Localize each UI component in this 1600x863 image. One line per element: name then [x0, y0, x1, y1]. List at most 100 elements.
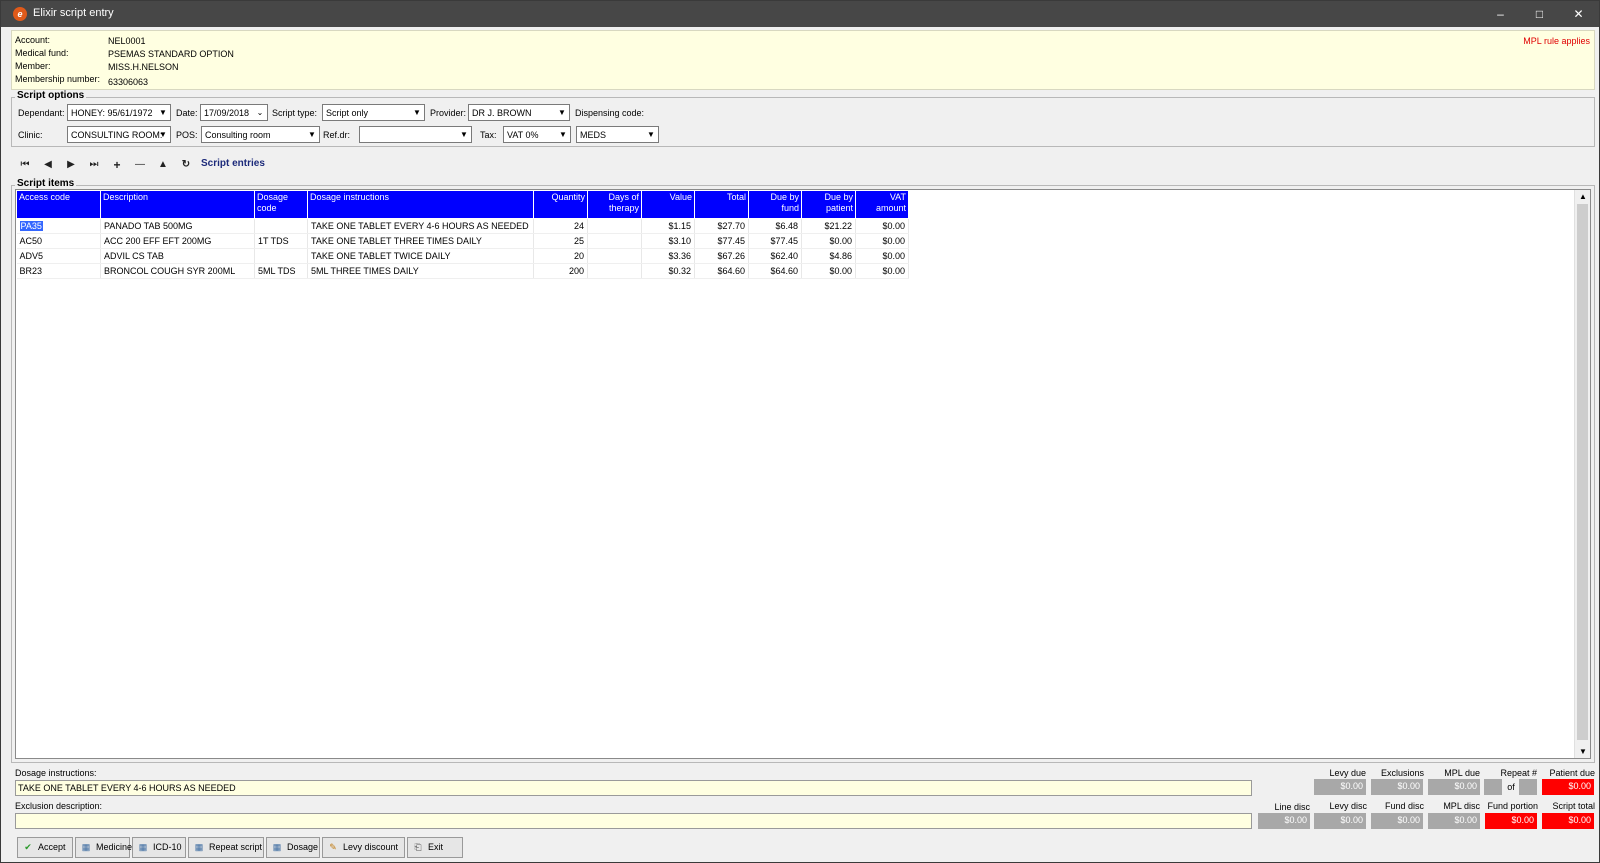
table-cell[interactable]: 24: [533, 218, 588, 234]
table-cell[interactable]: $27.70: [694, 218, 749, 234]
selected-cell-text: PA35: [19, 221, 43, 231]
script-items-grid[interactable]: Access code Description Dosage code Dosa…: [15, 189, 1591, 759]
title-bar[interactable]: e Elixir script entry – □ ✕: [1, 1, 1599, 27]
column-header[interactable]: Description: [100, 190, 255, 219]
pos-select[interactable]: Consulting room ▼: [201, 126, 320, 143]
column-header[interactable]: Access code: [16, 190, 101, 219]
table-cell[interactable]: 5ML THREE TIMES DAILY: [307, 263, 534, 279]
icd10-button[interactable]: ▦ ICD-10: [132, 837, 186, 858]
refresh-icon[interactable]: ↻: [176, 157, 196, 173]
table-cell[interactable]: $4.86: [801, 248, 856, 264]
insert-record-icon[interactable]: +: [107, 157, 127, 173]
table-cell[interactable]: $67.26: [694, 248, 749, 264]
table-cell[interactable]: $3.36: [641, 248, 695, 264]
table-cell[interactable]: $0.00: [855, 263, 909, 279]
table-cell[interactable]: PA35: [16, 218, 101, 234]
table-cell[interactable]: BR23: [16, 263, 101, 279]
medicine-button[interactable]: ▦ Medicine: [75, 837, 132, 858]
table-cell[interactable]: $21.22: [801, 218, 856, 234]
repeat-script-button[interactable]: ▦ Repeat script: [188, 837, 264, 858]
table-cell[interactable]: $77.45: [748, 233, 802, 249]
repeat-total-field[interactable]: [1519, 779, 1537, 795]
last-record-icon[interactable]: ⏭: [84, 157, 104, 173]
line-disc-label: Line disc: [1274, 802, 1310, 812]
table-cell[interactable]: $0.00: [801, 233, 856, 249]
minimize-button[interactable]: –: [1481, 1, 1520, 27]
column-header[interactable]: Days of therapy: [587, 190, 642, 219]
prior-record-icon[interactable]: ◀: [38, 157, 58, 173]
dosage-instructions-field[interactable]: TAKE ONE TABLET EVERY 4-6 HOURS AS NEEDE…: [15, 780, 1252, 796]
accept-button[interactable]: ✔ Accept: [17, 837, 73, 858]
table-cell[interactable]: TAKE ONE TABLET EVERY 4-6 HOURS AS NEEDE…: [307, 218, 534, 234]
table-cell[interactable]: 5ML TDS: [254, 263, 308, 279]
clinic-select[interactable]: CONSULTING ROOM: ▼: [67, 126, 171, 143]
table-cell[interactable]: [587, 248, 642, 264]
table-cell[interactable]: $64.60: [694, 263, 749, 279]
table-cell[interactable]: $0.00: [801, 263, 856, 279]
provider-select[interactable]: DR J. BROWN ▼: [468, 104, 570, 121]
table-cell[interactable]: $0.32: [641, 263, 695, 279]
table-cell[interactable]: $6.48: [748, 218, 802, 234]
table-cell[interactable]: ADV5: [16, 248, 101, 264]
table-cell[interactable]: ADVIL CS TAB: [100, 248, 255, 264]
refdr-select[interactable]: ▼: [359, 126, 472, 143]
scroll-down-icon[interactable]: ▼: [1575, 747, 1591, 756]
column-header[interactable]: Total: [694, 190, 749, 219]
table-cell[interactable]: $0.00: [855, 233, 909, 249]
table-cell[interactable]: [254, 248, 308, 264]
table-cell[interactable]: $64.60: [748, 263, 802, 279]
exit-button[interactable]: ⎗ Exit: [407, 837, 463, 858]
table-row[interactable]: BR23 BRONCOL COUGH SYR 200ML 5ML TDS 5ML TH…: [16, 263, 909, 279]
edit-record-icon[interactable]: ▲: [153, 157, 173, 173]
table-row[interactable]: PA35 PANADO TAB 500MG TAKE ONE TABLET EVER…: [16, 218, 909, 234]
table-cell[interactable]: TAKE ONE TABLET TWICE DAILY: [307, 248, 534, 264]
column-header[interactable]: Due by patient: [801, 190, 856, 219]
scrollbar-thumb[interactable]: [1577, 204, 1588, 740]
exclusion-description-field[interactable]: [15, 813, 1252, 829]
table-cell[interactable]: [587, 233, 642, 249]
close-button[interactable]: ✕: [1559, 1, 1598, 27]
dosage-button[interactable]: ▦ Dosage: [266, 837, 320, 858]
table-row[interactable]: AC50 ACC 200 EFF EFT 200MG 1T TDS TAKE ONE …: [16, 233, 909, 249]
table-cell[interactable]: $77.45: [694, 233, 749, 249]
clinic-label: Clinic:: [18, 130, 43, 140]
column-header[interactable]: Dosage code: [254, 190, 308, 219]
levy-discount-button[interactable]: ✎ Levy discount: [322, 837, 405, 858]
table-cell[interactable]: 1T TDS: [254, 233, 308, 249]
vertical-scrollbar[interactable]: ▲ ▼: [1574, 190, 1590, 758]
script-type-select[interactable]: Script only ▼: [322, 104, 425, 121]
column-header[interactable]: Quantity: [533, 190, 588, 219]
table-cell[interactable]: [254, 218, 308, 234]
exit-label: Exit: [428, 842, 444, 852]
first-record-icon[interactable]: ⏮: [15, 157, 35, 173]
dependant-select[interactable]: HONEY: 95/61/1972 ▼: [67, 104, 171, 121]
table-cell[interactable]: BRONCOL COUGH SYR 200ML: [100, 263, 255, 279]
dispensing-code-select[interactable]: MEDS ▼: [576, 126, 659, 143]
table-cell[interactable]: AC50: [16, 233, 101, 249]
table-cell[interactable]: 200: [533, 263, 588, 279]
delete-record-icon[interactable]: —: [130, 157, 150, 173]
date-picker[interactable]: 17/09/2018 ⌄: [200, 104, 268, 121]
column-header[interactable]: Dosage instructions: [307, 190, 534, 219]
table-cell[interactable]: $0.00: [855, 218, 909, 234]
table-cell[interactable]: $0.00: [855, 248, 909, 264]
table-cell[interactable]: 20: [533, 248, 588, 264]
maximize-button[interactable]: □: [1520, 1, 1559, 27]
table-cell[interactable]: 25: [533, 233, 588, 249]
table-cell[interactable]: [587, 218, 642, 234]
table-cell[interactable]: $3.10: [641, 233, 695, 249]
scroll-up-icon[interactable]: ▲: [1575, 192, 1591, 201]
column-header[interactable]: VAT amount: [855, 190, 909, 219]
table-cell[interactable]: ACC 200 EFF EFT 200MG: [100, 233, 255, 249]
table-cell[interactable]: [587, 263, 642, 279]
table-cell[interactable]: PANADO TAB 500MG: [100, 218, 255, 234]
table-cell[interactable]: $1.15: [641, 218, 695, 234]
tax-select[interactable]: VAT 0% ▼: [503, 126, 571, 143]
repeat-number-field[interactable]: [1484, 779, 1502, 795]
table-cell[interactable]: TAKE ONE TABLET THREE TIMES DAILY: [307, 233, 534, 249]
table-row[interactable]: ADV5 ADVIL CS TAB TAKE ONE TABLET TWICE DA…: [16, 248, 909, 264]
column-header[interactable]: Due by fund: [748, 190, 802, 219]
next-record-icon[interactable]: ▶: [61, 157, 81, 173]
table-cell[interactable]: $62.40: [748, 248, 802, 264]
column-header[interactable]: Value: [641, 190, 695, 219]
